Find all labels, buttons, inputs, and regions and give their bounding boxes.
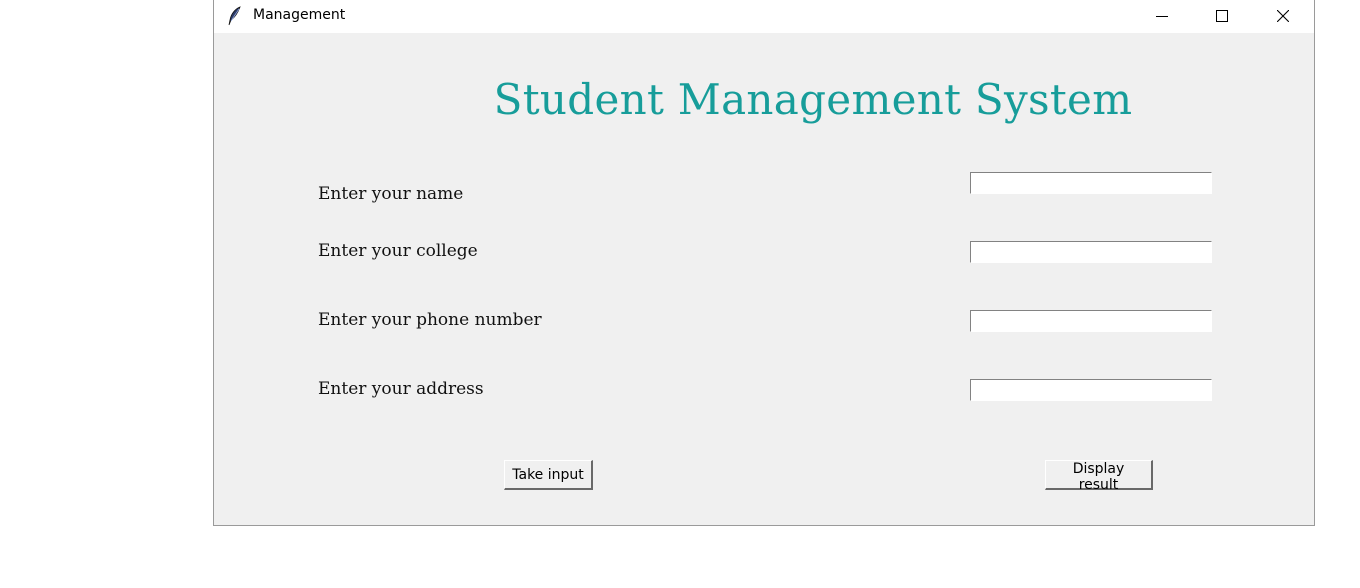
minimize-icon — [1156, 15, 1168, 17]
close-icon — [1277, 9, 1289, 22]
maximize-button[interactable] — [1199, 0, 1245, 31]
phone-label: Enter your phone number — [318, 310, 542, 330]
phone-input[interactable] — [970, 310, 1212, 332]
form-area: Student Management System Enter your nam… — [214, 33, 1314, 525]
college-label: Enter your college — [318, 241, 478, 261]
address-label: Enter your address — [318, 379, 484, 399]
feather-icon — [227, 6, 243, 26]
name-label: Enter your name — [318, 184, 464, 204]
maximize-icon — [1216, 9, 1228, 22]
college-input[interactable] — [970, 241, 1212, 263]
name-input[interactable] — [970, 172, 1212, 194]
display-result-button[interactable]: Display result — [1045, 460, 1153, 493]
window-title: Management — [253, 7, 346, 23]
page-title: Student Management System — [493, 75, 1133, 124]
app-window: Management Student Management System Ent… — [213, 0, 1315, 526]
address-input[interactable] — [970, 379, 1212, 401]
minimize-button[interactable] — [1139, 0, 1185, 31]
title-bar[interactable]: Management — [214, 0, 1314, 33]
close-button[interactable] — [1260, 0, 1306, 31]
take-input-button[interactable]: Take input — [504, 460, 593, 490]
